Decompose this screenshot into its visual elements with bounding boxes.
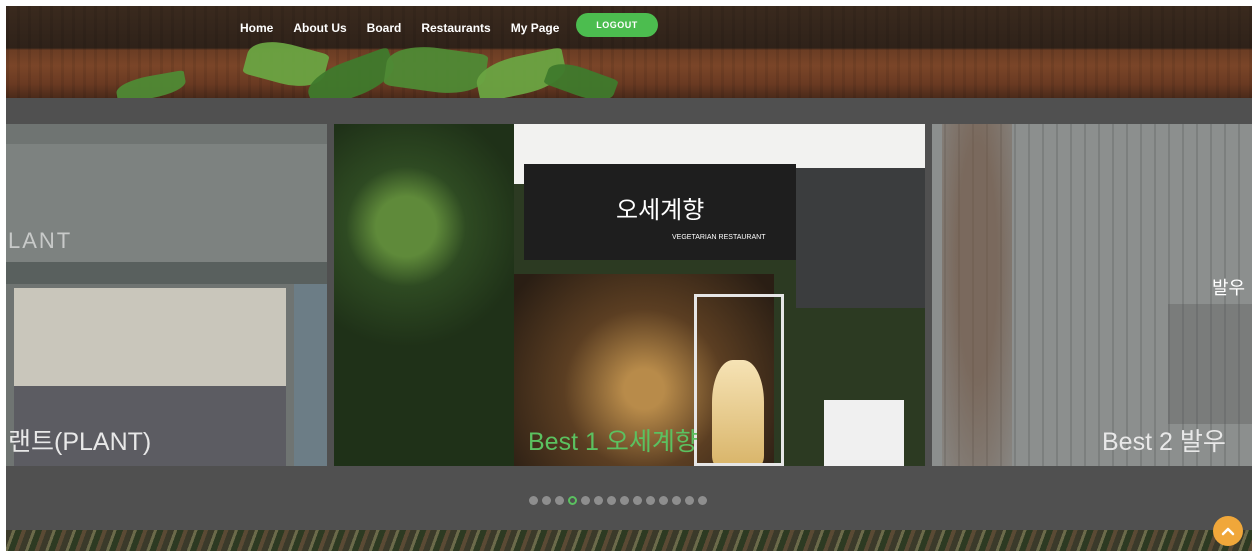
slider-dot[interactable]	[581, 496, 590, 505]
leaf-decoration	[114, 70, 188, 98]
slide-caption: Best 2 발우	[1102, 428, 1226, 456]
tent-structure	[796, 168, 925, 308]
slider-pagination	[529, 496, 707, 505]
slider-dot[interactable]	[555, 496, 564, 505]
slider-dot[interactable]	[594, 496, 603, 505]
slider-dot[interactable]	[659, 496, 668, 505]
foliage	[334, 124, 514, 466]
slide-best-2[interactable]: 발우 Best 2 발우	[932, 124, 1252, 466]
slider-dot[interactable]	[529, 496, 538, 505]
scroll-to-top-button[interactable]	[1213, 516, 1243, 546]
site-header: Home About Us Board Restaurants My Page …	[6, 6, 1252, 98]
nav-home[interactable]: Home	[240, 21, 273, 35]
leaf-decoration	[383, 41, 489, 98]
logout-button[interactable]: LOGOUT	[576, 13, 658, 37]
slider-dot[interactable]	[607, 496, 616, 505]
slide-caption: 랜트(PLANT)	[8, 428, 152, 456]
slider-dot[interactable]	[685, 496, 694, 505]
building-sign-text: 발우	[1212, 278, 1246, 299]
bottom-banner	[6, 530, 1252, 551]
slider-dot[interactable]	[542, 496, 551, 505]
nav-about-us[interactable]: About Us	[293, 21, 346, 35]
slide-plant[interactable]: LANT 랜트(PLANT)	[6, 124, 327, 466]
glass-door	[694, 294, 784, 466]
slider-dot[interactable]	[698, 496, 707, 505]
chevron-up-icon	[1221, 527, 1235, 536]
storefront-window	[14, 288, 286, 388]
tree	[942, 124, 1012, 466]
nav-my-page[interactable]: My Page	[511, 21, 560, 35]
nav-restaurants[interactable]: Restaurants	[421, 21, 490, 35]
nav-board[interactable]: Board	[367, 21, 402, 35]
slider-dot[interactable]	[672, 496, 681, 505]
slider-dot[interactable]	[620, 496, 629, 505]
slide-best-1[interactable]: 오세계향 VEGETARIAN RESTAURANT Best 1 오세계향	[334, 124, 925, 466]
slider-dot-active[interactable]	[568, 496, 577, 505]
storefront-pillar	[294, 284, 327, 466]
sign-text: LANT	[8, 228, 73, 253]
storefront-awning	[6, 262, 327, 284]
page-frame: Home About Us Board Restaurants My Page …	[6, 6, 1252, 551]
slide-caption: Best 1 오세계향	[528, 428, 698, 456]
directory-panel	[1168, 304, 1252, 424]
restaurant-sign-subtext: VEGETARIAN RESTAURANT	[672, 234, 766, 241]
restaurant-slider: LANT 랜트(PLANT) 오세계향 VEGETARIAN RESTAURAN…	[6, 98, 1252, 530]
restaurant-sign-text: 오세계향	[616, 196, 705, 224]
slider-dot[interactable]	[633, 496, 642, 505]
slider-dot[interactable]	[646, 496, 655, 505]
side-panel	[824, 400, 904, 466]
main-nav: Home About Us Board Restaurants My Page	[240, 17, 559, 39]
